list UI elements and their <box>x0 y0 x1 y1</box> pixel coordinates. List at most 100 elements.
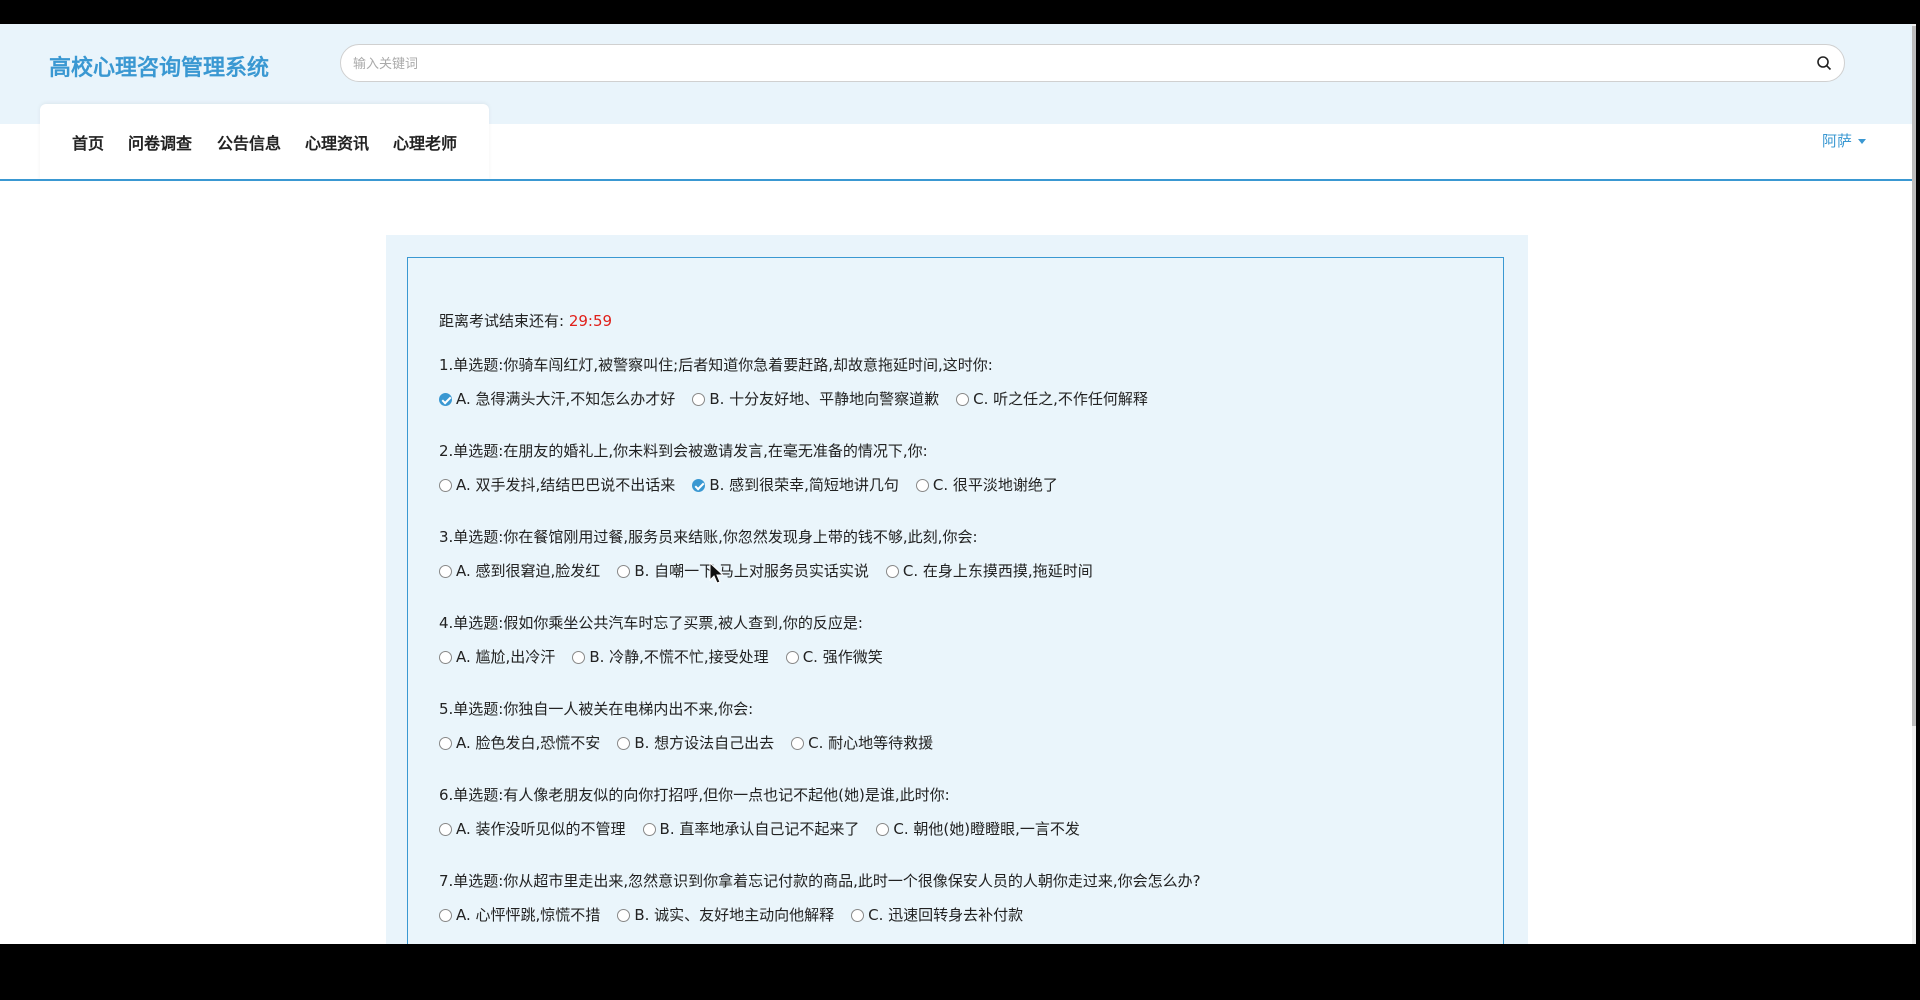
search-input[interactable] <box>351 45 1795 83</box>
nav-item-psych-news[interactable]: 心理资讯 <box>305 130 369 154</box>
radio-icon[interactable] <box>439 651 452 664</box>
radio-icon[interactable] <box>885 565 899 578</box>
answer-option[interactable]: A. 急得满头大汗,不知怎么办才好 <box>439 388 675 409</box>
option-label: A. 尴尬,出冷汗 <box>456 648 556 666</box>
answer-option[interactable]: A. 双手发抖,结结巴巴说不出话来 <box>439 474 675 495</box>
option-label: B. 十分友好地、平静地向警察道歉 <box>709 390 940 408</box>
radio-icon[interactable] <box>439 823 452 836</box>
answer-option[interactable]: C. 强作微笑 <box>785 646 883 667</box>
radio-icon[interactable] <box>642 823 656 836</box>
question-text: 1.单选题:你骑车闯红灯,被警察叫住;后者知道你急着要赶路,却故意拖延时间,这时… <box>439 356 993 374</box>
radio-icon[interactable] <box>617 909 631 922</box>
nav-item-announcements[interactable]: 公告信息 <box>217 130 281 154</box>
timer-value: 29:59 <box>568 312 613 330</box>
answer-option[interactable]: B. 直率地承认自己记不起来了 <box>642 818 860 839</box>
answer-option[interactable]: A. 装作没听见似的不管理 <box>439 818 626 839</box>
question-text: 7.单选题:你从超市里走出来,忽然意识到你拿着忘记付款的商品,此时一个很像保安人… <box>439 872 1201 890</box>
radio-icon[interactable] <box>617 565 631 578</box>
radio-icon[interactable] <box>956 393 970 406</box>
survey-form: 距离考试结束还有: 29:59 1.单选题:你骑车闯红灯,被警察叫住;后者知道你… <box>407 257 1504 944</box>
radio-icon[interactable] <box>791 737 805 750</box>
survey-panel: 距离考试结束还有: 29:59 1.单选题:你骑车闯红灯,被警察叫住;后者知道你… <box>386 235 1528 944</box>
option-label: C. 强作微笑 <box>802 648 883 666</box>
radio-icon[interactable] <box>439 737 452 750</box>
option-label: B. 直率地承认自己记不起来了 <box>659 820 860 838</box>
option-label: B. 想方设法自己出去 <box>634 734 775 752</box>
answer-option[interactable]: A. 感到很窘迫,脸发红 <box>439 560 600 581</box>
nav-divider <box>0 179 1916 181</box>
radio-icon[interactable] <box>851 909 865 922</box>
timer-label: 距离考试结束还有: <box>439 312 565 330</box>
answer-option[interactable]: B. 十分友好地、平静地向警察道歉 <box>692 388 939 409</box>
answer-option[interactable]: C. 迅速回转身去补付款 <box>851 904 1023 925</box>
answer-option[interactable]: C. 在身上东摸西摸,拖延时间 <box>885 560 1093 581</box>
option-label: A. 心怦怦跳,惊慌不措 <box>456 906 601 924</box>
option-label: B. 冷静,不慌不忙,接受处理 <box>589 648 769 666</box>
option-label: C. 耐心地等待救援 <box>808 734 934 752</box>
answer-option[interactable]: C. 听之任之,不作任何解释 <box>956 388 1148 409</box>
option-label: C. 很平淡地谢绝了 <box>932 476 1058 494</box>
radio-icon[interactable] <box>692 393 706 406</box>
radio-icon[interactable] <box>572 651 586 664</box>
user-menu[interactable]: 阿萨 <box>1822 130 1866 151</box>
nav-item-survey[interactable]: 问卷调查 <box>128 130 192 154</box>
answer-option[interactable]: A. 脸色发白,恐慌不安 <box>439 732 600 753</box>
option-label: C. 听之任之,不作任何解释 <box>973 390 1148 408</box>
radio-checked-icon[interactable] <box>692 479 706 492</box>
option-group: A. 急得满头大汗,不知怎么办才好 B. 十分友好地、平静地向警察道歉 C. 听之任… <box>439 388 1165 409</box>
radio-icon[interactable] <box>439 565 452 578</box>
nav-item-home[interactable]: 首页 <box>72 130 104 154</box>
answer-option[interactable]: B. 诚实、友好地主动向他解释 <box>617 904 834 925</box>
option-label: B. 自嘲一下,马上对服务员实话实说 <box>634 562 869 580</box>
answer-option[interactable]: C. 朝他(她)瞪瞪眼,一言不发 <box>876 818 1080 839</box>
nav-item-counselors[interactable]: 心理老师 <box>393 130 457 154</box>
option-label: A. 感到很窘迫,脸发红 <box>456 562 601 580</box>
radio-icon[interactable] <box>915 479 929 492</box>
radio-icon[interactable] <box>785 651 799 664</box>
chevron-down-icon <box>1858 139 1866 144</box>
option-label: C. 迅速回转身去补付款 <box>868 906 1024 924</box>
option-group: A. 尴尬,出冷汗 B. 冷静,不慌不忙,接受处理 C. 强作微笑 <box>439 646 900 667</box>
answer-option[interactable]: A. 尴尬,出冷汗 <box>439 646 555 667</box>
radio-icon[interactable] <box>439 479 452 492</box>
option-group: A. 感到很窘迫,脸发红 B. 自嘲一下,马上对服务员实话实说 C. 在身上东摸西摸… <box>439 560 1110 581</box>
main-nav: 首页 问卷调查 公告信息 心理资讯 心理老师 <box>40 104 489 180</box>
option-group: A. 心怦怦跳,惊慌不措 B. 诚实、友好地主动向他解释 C. 迅速回转身去补付款 <box>439 904 1040 925</box>
browser-viewport: 高校心理咨询管理系统 首页 问卷调查 公告信息 心理资讯 心理老师 阿萨 距离考… <box>0 24 1916 944</box>
radio-checked-icon[interactable] <box>439 393 452 406</box>
scrollbar[interactable] <box>1912 24 1916 944</box>
option-label: B. 诚实、友好地主动向他解释 <box>634 906 835 924</box>
answer-option[interactable]: B. 感到很荣幸,简短地讲几句 <box>692 474 899 495</box>
exam-timer: 距离考试结束还有: 29:59 <box>439 310 612 331</box>
option-label: A. 脸色发白,恐慌不安 <box>456 734 601 752</box>
search-icon[interactable] <box>1816 55 1832 71</box>
option-label: B. 感到很荣幸,简短地讲几句 <box>709 476 899 494</box>
radio-icon[interactable] <box>617 737 631 750</box>
question-text: 4.单选题:假如你乘坐公共汽车时忘了买票,被人查到,你的反应是: <box>439 614 863 632</box>
site-title[interactable]: 高校心理咨询管理系统 <box>49 50 269 82</box>
question-text: 5.单选题:你独自一人被关在电梯内出不来,你会: <box>439 700 754 718</box>
search-bar <box>340 44 1845 83</box>
option-label: C. 在身上东摸西摸,拖延时间 <box>902 562 1093 580</box>
answer-option[interactable]: C. 很平淡地谢绝了 <box>915 474 1058 495</box>
answer-option[interactable]: B. 冷静,不慌不忙,接受处理 <box>572 646 769 667</box>
question-text: 3.单选题:你在餐馆刚用过餐,服务员来结账,你忽然发现身上带的钱不够,此刻,你会… <box>439 528 978 546</box>
option-group: A. 装作没听见似的不管理 B. 直率地承认自己记不起来了 C. 朝他(她)瞪瞪眼,… <box>439 818 1097 839</box>
user-name: 阿萨 <box>1821 132 1852 150</box>
question-text: 2.单选题:在朋友的婚礼上,你未料到会被邀请发言,在毫无准备的情况下,你: <box>439 442 928 460</box>
answer-option[interactable]: B. 自嘲一下,马上对服务员实话实说 <box>617 560 869 581</box>
answer-option[interactable]: C. 耐心地等待救援 <box>791 732 933 753</box>
radio-icon[interactable] <box>876 823 890 836</box>
option-label: A. 装作没听见似的不管理 <box>456 820 626 838</box>
option-label: C. 朝他(她)瞪瞪眼,一言不发 <box>893 820 1080 838</box>
mouse-cursor-icon <box>709 562 725 584</box>
answer-option[interactable]: B. 想方设法自己出去 <box>617 732 774 753</box>
scrollbar-thumb[interactable] <box>1912 26 1916 726</box>
answer-option[interactable]: A. 心怦怦跳,惊慌不措 <box>439 904 600 925</box>
option-label: A. 急得满头大汗,不知怎么办才好 <box>456 390 676 408</box>
option-group: A. 脸色发白,恐慌不安 B. 想方设法自己出去 C. 耐心地等待救援 <box>439 732 950 753</box>
question-text: 6.单选题:有人像老朋友似的向你打招呼,但你一点也记不起他(她)是谁,此时你: <box>439 786 950 804</box>
option-label: A. 双手发抖,结结巴巴说不出话来 <box>456 476 676 494</box>
radio-icon[interactable] <box>439 909 452 922</box>
option-group: A. 双手发抖,结结巴巴说不出话来 B. 感到很荣幸,简短地讲几句 C. 很平淡地谢… <box>439 474 1075 495</box>
